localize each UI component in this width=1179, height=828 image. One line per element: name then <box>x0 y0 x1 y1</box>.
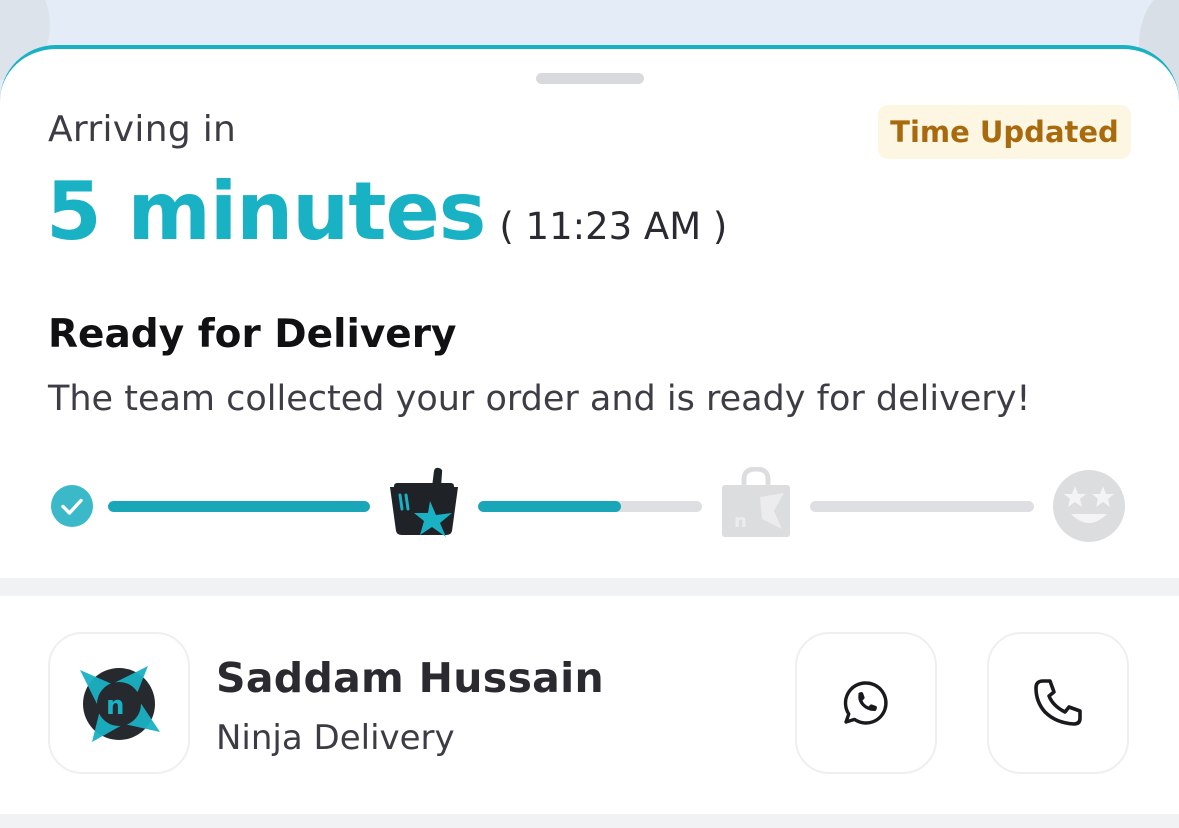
svg-text:n: n <box>734 511 747 532</box>
eta-duration: 5 minutes <box>46 165 486 258</box>
whatsapp-icon <box>843 681 888 725</box>
progress-segment <box>478 501 702 512</box>
time-updated-badge: Time Updated <box>878 105 1131 159</box>
section-divider <box>0 578 1179 596</box>
drag-handle[interactable] <box>536 73 644 84</box>
avatar: n <box>48 632 190 774</box>
ninja-logo-icon: n <box>80 666 160 742</box>
phone-icon <box>1034 679 1082 726</box>
star-eyes-face-icon <box>1053 470 1125 546</box>
rider-company: Ninja Delivery <box>216 718 455 758</box>
status-title: Ready for Delivery <box>48 312 457 357</box>
rider-name: Saddam Hussain <box>216 654 604 702</box>
arriving-label: Arriving in <box>48 109 237 150</box>
delivery-progress: n <box>0 459 1179 559</box>
eta-clock-time: ( 11:23 AM ) <box>499 205 728 248</box>
status-description: The team collected your order and is rea… <box>48 379 1031 419</box>
eta-row: 5 minutes ( 11:23 AM ) <box>46 165 728 258</box>
rider-card: n Saddam Hussain Ninja Delivery <box>0 596 1179 814</box>
svg-text:n: n <box>106 691 125 721</box>
progress-segment <box>108 501 370 512</box>
whatsapp-button[interactable] <box>795 632 937 774</box>
call-button[interactable] <box>987 632 1129 774</box>
ninja-basket-icon <box>386 465 462 541</box>
progress-segment-fill <box>108 501 370 512</box>
shopping-bag-icon: n <box>722 466 790 541</box>
progress-segment-fill <box>478 501 622 512</box>
bottom-divider <box>0 814 1179 828</box>
check-circle-icon <box>50 484 94 532</box>
order-tracking-sheet: Arriving in Time Updated 5 minutes ( 11:2… <box>0 45 1179 578</box>
progress-segment <box>810 501 1034 512</box>
